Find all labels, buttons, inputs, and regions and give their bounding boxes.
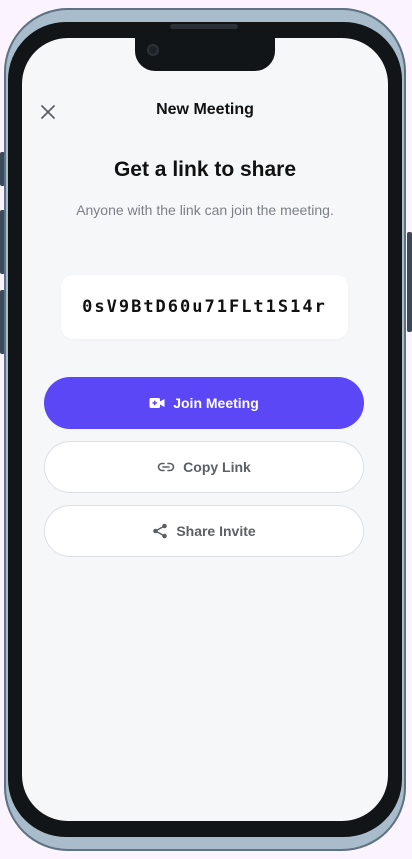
phone-screen: New Meeting Get a link to share Anyone w… (22, 38, 388, 821)
meeting-code: 0sV9BtD60u71FLt1S14r (82, 297, 327, 317)
share-invite-label: Share Invite (176, 523, 256, 539)
earpiece-speaker (170, 24, 238, 29)
headline: Get a link to share (113, 158, 297, 181)
share-icon (153, 523, 168, 539)
notch (135, 38, 275, 71)
copy-link-label: Copy Link (183, 459, 251, 475)
link-icon (157, 462, 175, 472)
share-invite-button[interactable]: Share Invite (44, 505, 364, 557)
copy-link-button[interactable]: Copy Link (44, 441, 364, 493)
power-button (407, 232, 412, 332)
join-meeting-label: Join Meeting (173, 395, 259, 411)
page-title: New Meeting (156, 101, 254, 118)
front-camera (147, 44, 159, 56)
join-meeting-button[interactable]: Join Meeting (44, 377, 364, 429)
meeting-code-card: 0sV9BtD60u71FLt1S14r (61, 275, 348, 339)
device-stage: New Meeting Get a link to share Anyone w… (0, 0, 412, 859)
subtext: Anyone with the link can join the meetin… (76, 202, 334, 218)
video-camera-icon (149, 398, 165, 408)
